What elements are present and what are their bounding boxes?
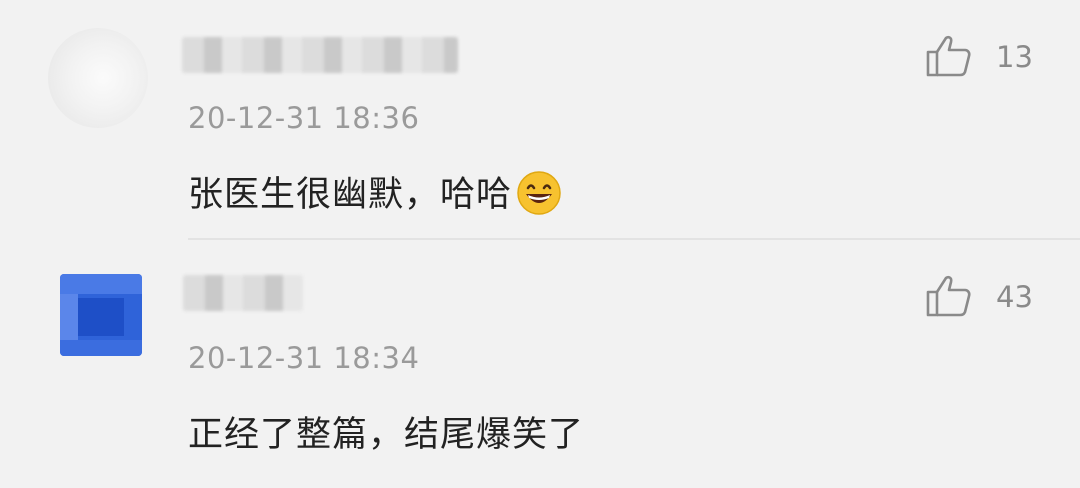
avatar[interactable]	[48, 28, 148, 128]
comment-text: 张医生很幽默，哈哈	[188, 175, 513, 215]
comment-text: 正经了整篇，结尾爆笑了	[188, 415, 585, 455]
username-blurred[interactable]	[183, 275, 303, 311]
username-blurred[interactable]	[182, 37, 458, 73]
avatar[interactable]	[60, 274, 142, 356]
thumbs-up-icon[interactable]	[924, 34, 972, 78]
thumbs-up-icon[interactable]	[924, 274, 972, 318]
comment-time: 20-12-31 18:36	[188, 101, 420, 135]
comment-item[interactable]: 13 20-12-31 18:36 张医生很幽默，哈哈	[0, 0, 1080, 240]
like-count: 43	[996, 280, 1033, 314]
comment-time: 20-12-31 18:34	[188, 341, 420, 375]
comment-item[interactable]: 43 20-12-31 18:34 正经了整篇，结尾爆笑了	[0, 240, 1080, 488]
like-count: 13	[996, 40, 1033, 74]
comment-text-line: 张医生很幽默，哈哈	[188, 166, 562, 219]
grinning-face-icon	[517, 171, 561, 215]
